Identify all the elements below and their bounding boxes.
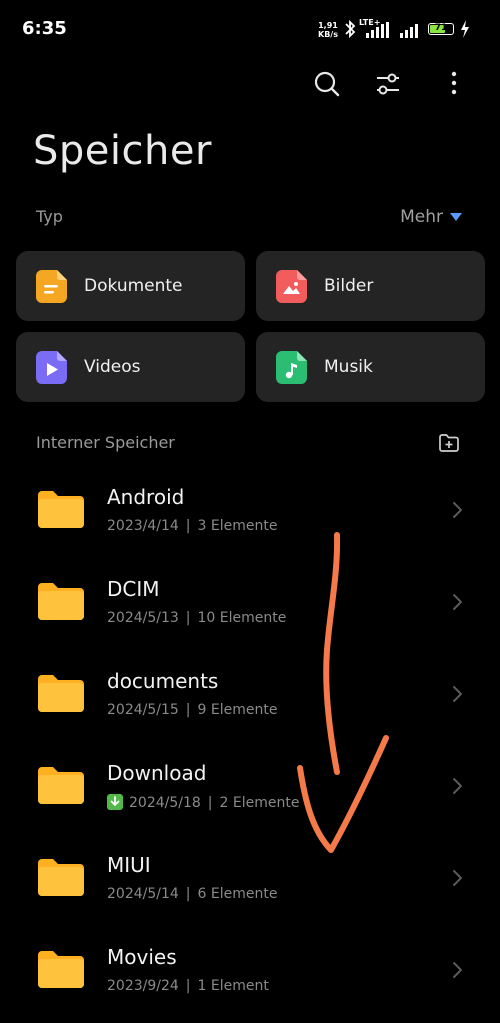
chevron-right-icon xyxy=(453,502,462,518)
folder-meta: 2024/5/15 | 9 Elemente xyxy=(107,702,277,718)
folder-date: 2024/5/13 xyxy=(107,610,179,626)
folder-row[interactable]: Download 2024/5/18 | 2 Elemente xyxy=(0,740,500,832)
folder-date: 2024/5/18 xyxy=(129,795,201,811)
folder-date: 2023/9/24 xyxy=(107,978,179,994)
new-folder-icon[interactable] xyxy=(438,432,460,454)
category-videos[interactable]: Videos xyxy=(16,332,245,402)
folder-item-count: 1 Element xyxy=(197,978,269,994)
bluetooth-icon xyxy=(345,19,356,39)
chevron-right-icon xyxy=(453,870,462,886)
more-dropdown[interactable]: Mehr xyxy=(400,207,462,227)
meta-separator: | xyxy=(207,795,213,811)
folder-item-count: 10 Elemente xyxy=(197,610,287,626)
folder-name: DCIM xyxy=(107,577,160,601)
category-images[interactable]: Bilder xyxy=(256,251,485,321)
chevron-right-icon xyxy=(453,962,462,978)
more-vertical-icon xyxy=(451,71,457,95)
more-options-button[interactable] xyxy=(434,64,474,104)
category-label: Dokumente xyxy=(84,276,183,296)
folder-row[interactable]: Android 2023/4/14 | 3 Elemente xyxy=(0,464,500,556)
category-music[interactable]: Musik xyxy=(256,332,485,402)
music-icon xyxy=(276,351,307,384)
charging-icon xyxy=(461,20,469,38)
video-icon xyxy=(36,351,67,384)
folder-name: Movies xyxy=(107,945,177,969)
folder-item-count: 2 Elemente xyxy=(219,795,300,811)
meta-separator: | xyxy=(185,978,191,994)
status-time: 6:35 xyxy=(22,18,67,39)
folder-item-count: 3 Elemente xyxy=(197,518,278,534)
folder-date: 2024/5/14 xyxy=(107,886,179,902)
meta-separator: | xyxy=(185,886,191,902)
folder-item-count: 9 Elemente xyxy=(197,702,278,718)
folder-name: Android xyxy=(107,485,185,509)
page-title: Speicher xyxy=(33,128,212,174)
folder-meta: 2023/9/24 | 1 Element xyxy=(107,978,269,994)
folder-icon xyxy=(38,767,84,804)
folder-name: MIUI xyxy=(107,853,151,877)
image-icon xyxy=(276,270,307,303)
folder-date: 2024/5/15 xyxy=(107,702,179,718)
meta-separator: | xyxy=(185,610,191,626)
category-label: Videos xyxy=(84,357,141,377)
meta-separator: | xyxy=(185,702,191,718)
network-speed-value: 1,91 xyxy=(318,21,338,30)
filter-button[interactable] xyxy=(368,64,408,104)
chevron-right-icon xyxy=(453,594,462,610)
category-label: Musik xyxy=(324,357,373,377)
more-label: Mehr xyxy=(400,207,443,227)
download-badge-icon xyxy=(107,794,123,810)
folder-meta: 2024/5/13 | 10 Elemente xyxy=(107,610,286,626)
storage-section-label: Interner Speicher xyxy=(36,433,175,452)
search-icon xyxy=(314,71,340,97)
category-documents[interactable]: Dokumente xyxy=(16,251,245,321)
chevron-right-icon xyxy=(453,686,462,702)
folder-meta: 2024/5/18 | 2 Elemente xyxy=(107,794,299,811)
battery-icon: 71 xyxy=(428,23,454,35)
caret-down-icon xyxy=(450,213,462,221)
folder-icon xyxy=(38,951,84,988)
folder-row[interactable]: Movies 2023/9/24 | 1 Element xyxy=(0,924,500,1016)
folder-item-count: 6 Elemente xyxy=(197,886,278,902)
status-bar: 6:35 1,91 KB/s LTE+ 71 xyxy=(0,0,500,60)
folder-icon xyxy=(38,583,84,620)
folder-meta: 2023/4/14 | 3 Elemente xyxy=(107,518,277,534)
folder-icon xyxy=(38,491,84,528)
search-button[interactable] xyxy=(307,64,347,104)
folder-row[interactable]: MIUI 2024/5/14 | 6 Elemente xyxy=(0,832,500,924)
battery-level: 71 xyxy=(434,23,448,33)
folder-row[interactable]: DCIM 2024/5/13 | 10 Elemente xyxy=(0,556,500,648)
network-speed-unit: KB/s xyxy=(318,30,338,39)
signal-strength-icon-2 xyxy=(400,24,418,38)
meta-separator: | xyxy=(185,518,191,534)
chevron-right-icon xyxy=(453,778,462,794)
folder-icon xyxy=(38,859,84,896)
folder-name: Download xyxy=(107,761,207,785)
type-section-label: Typ xyxy=(36,207,63,226)
folder-meta: 2024/5/14 | 6 Elemente xyxy=(107,886,277,902)
folder-icon xyxy=(38,675,84,712)
filter-sliders-icon xyxy=(377,73,399,95)
folder-name: documents xyxy=(107,669,219,693)
signal-strength-icon xyxy=(366,22,389,38)
document-icon xyxy=(36,270,67,303)
category-label: Bilder xyxy=(324,276,374,296)
network-speed: 1,91 KB/s xyxy=(318,21,338,39)
folder-date: 2023/4/14 xyxy=(107,518,179,534)
folder-row[interactable]: documents 2024/5/15 | 9 Elemente xyxy=(0,648,500,740)
